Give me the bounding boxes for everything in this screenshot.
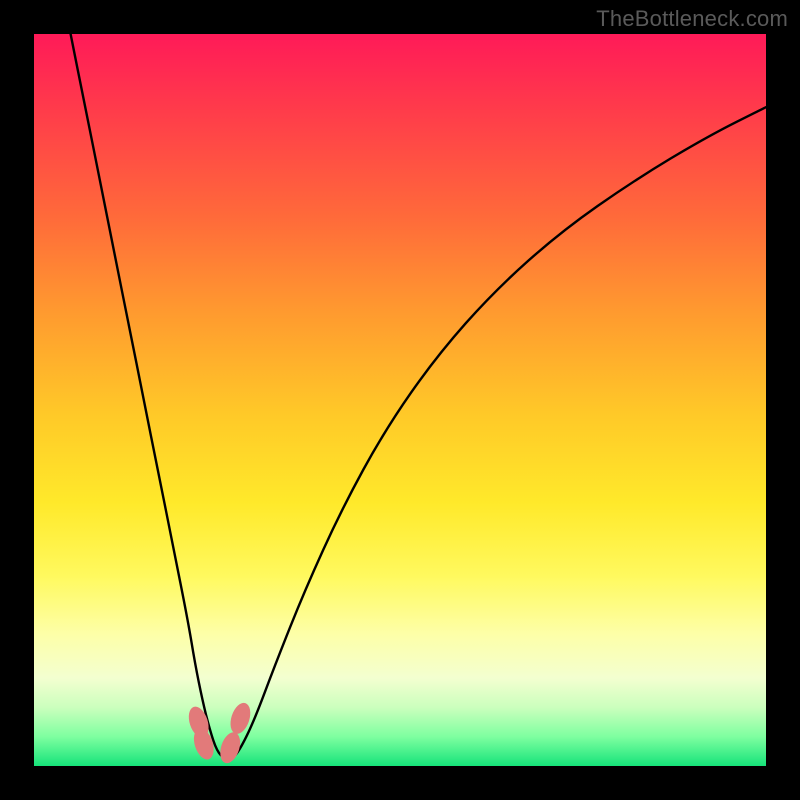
- bottleneck-curve: [71, 34, 766, 759]
- curve-markers: [185, 700, 254, 765]
- curve-layer: [34, 34, 766, 766]
- chart-frame: TheBottleneck.com: [0, 0, 800, 800]
- plot-area: [34, 34, 766, 766]
- watermark-text: TheBottleneck.com: [596, 6, 788, 32]
